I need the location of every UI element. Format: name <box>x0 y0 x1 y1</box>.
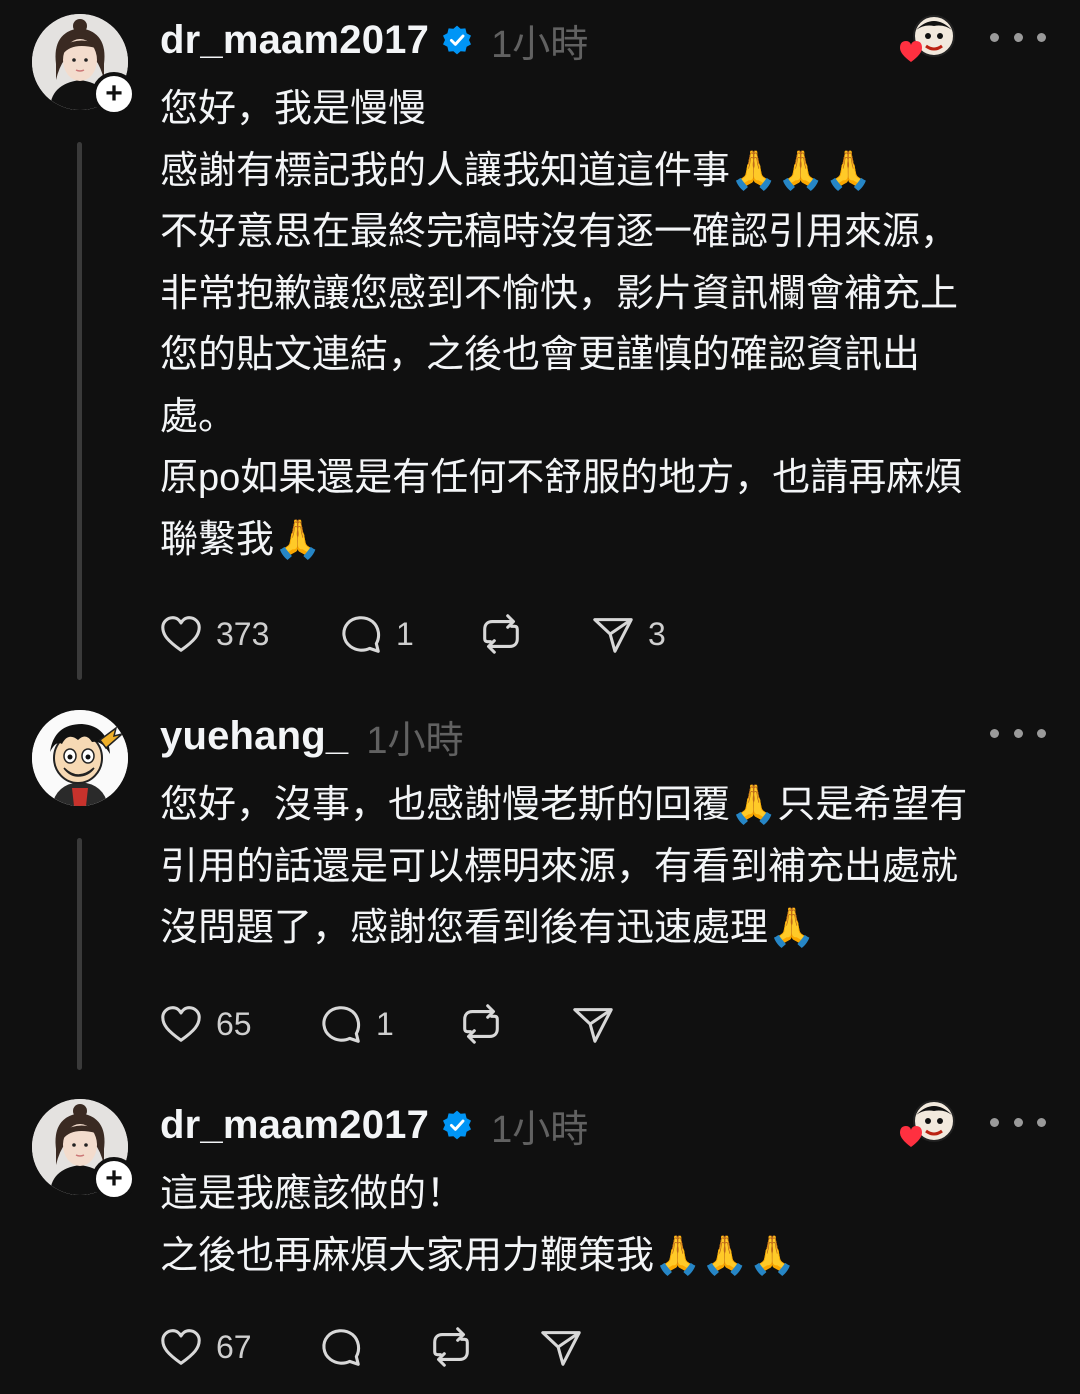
post-text-line: 原po如果還是有任何不舒服的地方，也請再麻煩 <box>160 457 963 499</box>
author-liked-heart-icon <box>900 1100 955 1147</box>
post-text-line: 這是我應該做的！ <box>160 1173 465 1215</box>
follow-plus-icon[interactable]: + <box>92 72 136 116</box>
more-options-icon[interactable] <box>990 1107 1046 1137</box>
post-actions: 67 <box>158 1322 638 1372</box>
post-text-line: 處。 <box>160 395 237 438</box>
reply-button[interactable]: 1 <box>318 1001 458 1047</box>
like-count: 65 <box>216 1005 252 1042</box>
post-text-line: 不好意思在最終完稿時沒有逐一確認引用來源， <box>160 211 959 253</box>
username[interactable]: yuehang_ <box>160 714 348 759</box>
username[interactable]: dr_maam2017 <box>160 18 429 63</box>
repost-button[interactable] <box>458 1001 570 1047</box>
post-actions: 65 1 <box>158 999 670 1049</box>
username[interactable]: dr_maam2017 <box>160 1103 429 1148</box>
thread-line <box>77 838 82 1070</box>
post-text-line: 感謝有標記我的人讓我知道這件事🙏🙏🙏 <box>160 149 872 192</box>
repost-arrows-icon <box>463 1004 499 1044</box>
paper-plane-icon <box>573 1008 613 1043</box>
heart-outline-icon <box>161 1006 201 1042</box>
verified-badge-icon <box>443 25 472 55</box>
post-header: dr_maam2017 1小時 <box>160 1097 588 1153</box>
repost-button[interactable] <box>428 1324 538 1370</box>
share-button[interactable] <box>538 1324 638 1370</box>
like-count: 67 <box>216 1328 252 1365</box>
speech-bubble-icon <box>322 1006 361 1043</box>
post-text-line: 之後也再麻煩大家用力鞭策我🙏🙏🙏 <box>160 1234 796 1277</box>
post-text-line: 非常抱歉讓您感到不愉快，影片資訊欄會補充上 <box>160 272 959 315</box>
repost-button[interactable] <box>478 611 590 657</box>
share-count: 3 <box>648 615 666 652</box>
post-text: 這是我應該做的！ 之後也再麻煩大家用力鞭策我🙏🙏🙏 <box>160 1164 1040 1287</box>
heart-outline-icon <box>161 616 201 652</box>
more-options-icon[interactable] <box>990 22 1046 52</box>
thread-line <box>77 142 82 680</box>
avatar[interactable]: + <box>32 1099 136 1201</box>
post-text-line: 引用的話還是可以標明來源，有看到補充出處就 <box>160 845 959 888</box>
post-text-line: 您好，我是慢慢 <box>160 88 427 130</box>
reply-count: 1 <box>376 1005 394 1042</box>
post-header: dr_maam2017 1小時 <box>160 12 588 68</box>
post-time: 1小時 <box>366 719 464 762</box>
avatar[interactable] <box>32 710 128 806</box>
like-button[interactable]: 65 <box>158 1001 318 1047</box>
paper-plane-icon <box>541 1331 581 1366</box>
post-time: 1小時 <box>491 23 589 66</box>
repost-arrows-icon <box>433 1327 469 1367</box>
post-text-line: 您的貼文連結，之後也會更謹慎的確認資訊出 <box>160 334 921 376</box>
speech-bubble-icon <box>342 616 381 653</box>
post-text-line: 您好，沒事，也感謝慢老斯的回覆🙏只是希望有 <box>160 784 968 826</box>
post-time: 1小時 <box>491 1108 589 1151</box>
reply-button[interactable] <box>318 1324 428 1370</box>
like-count: 373 <box>216 615 270 652</box>
heart-outline-icon <box>161 1329 201 1365</box>
like-button[interactable]: 373 <box>158 611 338 657</box>
author-liked-heart-icon <box>900 15 955 62</box>
post-text-line: 聯繫我🙏 <box>160 518 322 561</box>
verified-badge-icon <box>443 1110 472 1140</box>
repost-arrows-icon <box>483 614 519 654</box>
like-button[interactable]: 67 <box>158 1324 318 1370</box>
post-text: 您好，我是慢慢 感謝有標記我的人讓我知道這件事🙏🙏🙏 不好意思在最終完稿時沒有逐… <box>160 79 1040 571</box>
speech-bubble-icon <box>322 1329 361 1366</box>
share-button[interactable]: 3 <box>590 611 730 657</box>
post-text: 您好，沒事，也感謝慢老斯的回覆🙏只是希望有 引用的話還是可以標明來源，有看到補充… <box>160 775 1040 960</box>
share-button[interactable] <box>570 1001 670 1047</box>
post-actions: 373 1 3 <box>158 609 730 659</box>
reply-count: 1 <box>396 615 414 652</box>
reply-button[interactable]: 1 <box>338 611 478 657</box>
paper-plane-icon <box>593 618 633 653</box>
post-header: yuehang_ 1小時 <box>160 708 463 764</box>
follow-plus-icon[interactable]: + <box>92 1157 136 1201</box>
avatar[interactable]: + <box>32 14 136 116</box>
post-text-line: 沒問題了，感謝您看到後有迅速處理🙏 <box>160 907 816 949</box>
more-options-icon[interactable] <box>990 718 1046 748</box>
